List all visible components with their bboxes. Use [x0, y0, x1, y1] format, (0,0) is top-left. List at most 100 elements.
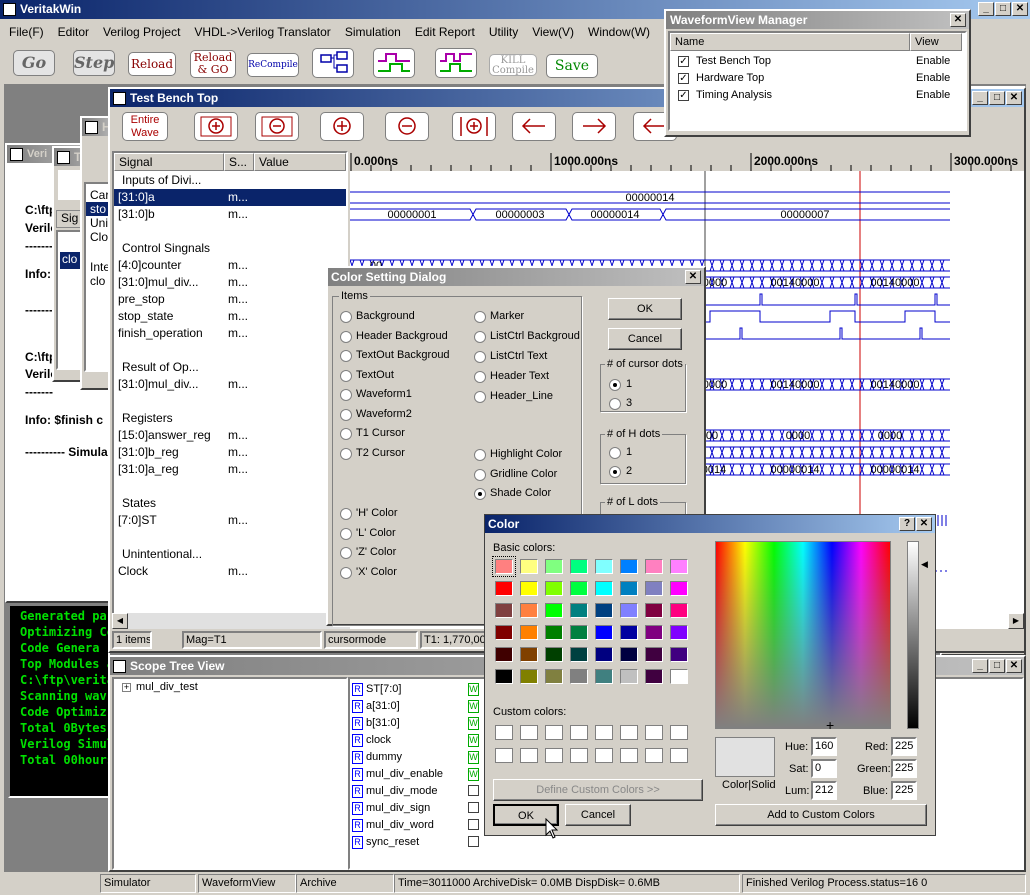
tb-close-button[interactable]: ✕	[1006, 91, 1022, 105]
menu-item[interactable]: Window(W)	[581, 22, 657, 42]
zoom-out-icon[interactable]	[385, 112, 429, 141]
item-left-radio[interactable]	[340, 447, 352, 460]
signal-row[interactable]	[114, 223, 346, 240]
enable-checkbox[interactable]: ✓	[678, 56, 689, 67]
item-hlzx-radio[interactable]	[340, 527, 352, 540]
custom-color-swatch[interactable]	[595, 748, 613, 763]
basic-color-swatch[interactable]	[595, 669, 613, 684]
color-cancel-button[interactable]: Cancel	[565, 804, 631, 826]
cursor-dots-3-radio[interactable]	[609, 398, 621, 410]
entire-wave-button[interactable]: Entire Wave	[122, 112, 168, 141]
item-left-radio[interactable]	[340, 389, 352, 401]
basic-color-swatch[interactable]	[570, 581, 588, 596]
custom-color-swatch[interactable]	[595, 725, 613, 740]
signal-row[interactable]	[114, 529, 346, 546]
signal-row[interactable]: Registers	[114, 410, 346, 427]
basic-color-swatch[interactable]	[570, 559, 588, 574]
basic-color-swatch[interactable]	[670, 603, 688, 618]
basic-color-swatch[interactable]	[520, 647, 538, 662]
scope-signal-item[interactable]: Rb[31:0]	[352, 715, 400, 732]
signal-row[interactable]	[114, 478, 346, 495]
custom-color-swatch[interactable]	[520, 725, 538, 740]
basic-color-swatch[interactable]	[520, 581, 538, 596]
item-hlzx-radio[interactable]	[340, 566, 352, 579]
csd-ok-button[interactable]: OK	[608, 298, 682, 320]
scope-signal-item[interactable]: Rdummy	[352, 749, 402, 766]
kill-compile-button[interactable]: KILL Compile	[489, 54, 537, 76]
basic-color-swatch[interactable]	[520, 559, 538, 574]
item-right-radio[interactable]	[474, 351, 486, 363]
basic-color-swatch[interactable]	[620, 669, 638, 684]
wm-close-button[interactable]: ✕	[950, 13, 966, 27]
signal-row[interactable]: Control Singnals	[114, 240, 346, 257]
signal-row[interactable]: [15:0]answer_reg m...	[114, 427, 346, 444]
sat-input[interactable]: 0	[811, 759, 837, 778]
basic-color-swatch[interactable]	[545, 669, 563, 684]
menu-item[interactable]: File(F)	[2, 22, 51, 42]
step-button[interactable]: Step	[73, 50, 115, 76]
go-button[interactable]: Go	[13, 50, 55, 76]
scope-signal-item[interactable]: Rmul_div_sign	[352, 800, 430, 817]
signal-row[interactable]: [4:0]counter m...	[114, 257, 346, 274]
custom-color-swatch[interactable]	[570, 725, 588, 740]
basic-color-swatch[interactable]	[495, 581, 513, 596]
wm-row[interactable]: ✓ Hardware Top Enable	[670, 70, 965, 87]
color-spectrum[interactable]: +	[715, 541, 891, 732]
custom-color-swatch[interactable]	[645, 748, 663, 763]
item-hlzx-radio[interactable]	[340, 547, 352, 559]
menu-item[interactable]: Verilog Project	[96, 22, 187, 42]
scope-signal-item[interactable]: Ra[31:0]	[352, 698, 400, 715]
basic-color-swatch[interactable]	[595, 625, 613, 640]
zoom-in-box-icon[interactable]	[194, 112, 238, 141]
basic-color-swatch[interactable]	[545, 581, 563, 596]
wm-row[interactable]: ✓ Timing Analysis Enable	[670, 87, 965, 104]
maximize-button[interactable]: □	[995, 2, 1011, 16]
hue-input[interactable]: 160	[811, 737, 837, 756]
red-input[interactable]: 225	[891, 737, 917, 756]
basic-color-swatch[interactable]	[620, 625, 638, 640]
basic-color-swatch[interactable]	[670, 625, 688, 640]
signal-row[interactable]: finish_operation m...	[114, 325, 346, 342]
waveform-view-icon[interactable]	[435, 48, 477, 78]
cursor-dots-1-radio[interactable]	[609, 379, 621, 391]
signal-row[interactable]	[114, 342, 346, 359]
signal-row[interactable]: Inputs of Divi...	[114, 172, 346, 189]
basic-color-swatch[interactable]	[492, 556, 516, 577]
signal-row[interactable]: [31:0]a_reg m...	[114, 461, 346, 478]
basic-color-swatch[interactable]	[670, 669, 688, 684]
basic-color-swatch[interactable]	[595, 581, 613, 596]
basic-color-swatch[interactable]	[495, 603, 513, 618]
blue-input[interactable]: 225	[891, 781, 917, 800]
item-right-radio[interactable]	[474, 391, 486, 403]
scope-signal-item[interactable]: Rclock	[352, 732, 391, 749]
item-left-radio[interactable]	[340, 350, 352, 362]
basic-color-swatch[interactable]	[545, 603, 563, 618]
basic-color-swatch[interactable]	[545, 559, 563, 574]
scroll-right-icon[interactable]	[572, 112, 616, 141]
menu-item[interactable]: Simulation	[338, 22, 408, 42]
scope-signal-item[interactable]: Rmul_div_word	[352, 817, 434, 834]
save-button[interactable]: Save	[546, 54, 598, 78]
item-right2-radio[interactable]	[474, 488, 486, 500]
scroll-left-arrow[interactable]: ◀	[112, 613, 128, 629]
select-checkbox[interactable]	[468, 836, 479, 847]
col-value[interactable]: Value	[254, 153, 346, 171]
col-s[interactable]: S...	[224, 153, 254, 171]
basic-color-swatch[interactable]	[495, 669, 513, 684]
menu-item[interactable]: VHDL->Verilog Translator	[187, 22, 337, 42]
signal-row[interactable]: Clock m...	[114, 563, 346, 580]
tb-minimize-button[interactable]: _	[972, 91, 988, 105]
h-dots-2-radio[interactable]	[609, 466, 621, 478]
define-custom-button[interactable]: Define Custom Colors >>	[493, 779, 703, 801]
recompile-button[interactable]: ReCompile	[247, 53, 299, 77]
minimize-button[interactable]: _	[978, 2, 994, 16]
signal-row[interactable]: [31:0]mul_div... m...	[114, 274, 346, 291]
basic-color-swatch[interactable]	[495, 625, 513, 640]
wave-hscroll-right[interactable]: ▶	[1008, 613, 1024, 629]
scope-signal-item[interactable]: Rmul_div_mode	[352, 783, 438, 800]
scope-maximize-button[interactable]: □	[989, 659, 1005, 673]
signal-row[interactable]: [31:0]b_reg m...	[114, 444, 346, 461]
signal-row[interactable]: [31:0]mul_div... m...	[114, 376, 346, 393]
item-right-radio[interactable]	[474, 371, 486, 383]
scroll-left-icon[interactable]	[512, 112, 556, 141]
